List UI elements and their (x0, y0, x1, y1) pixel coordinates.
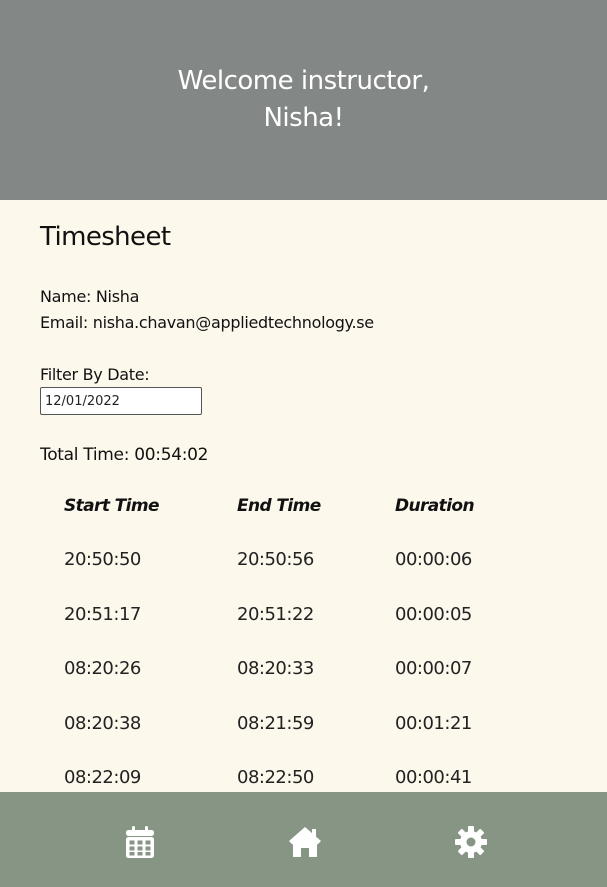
start-time-cell: 08:20:38 (64, 713, 141, 734)
calendar-icon (126, 826, 154, 858)
table-row: 20:50:50 20:50:56 00:00:06 (0, 549, 607, 579)
instructor-name: Name: Nisha (40, 287, 140, 306)
home-nav-button[interactable] (285, 822, 325, 862)
end-time-cell: 20:51:22 (237, 604, 314, 625)
timesheet-section: Timesheet Name: Nisha Email: nisha.chava… (0, 200, 607, 792)
total-time: Total Time: 00:54:02 (40, 445, 209, 465)
start-time-cell: 20:50:50 (64, 549, 141, 570)
duration-cell: 00:01:21 (395, 713, 472, 734)
duration-cell: 00:00:07 (395, 658, 472, 679)
bottom-nav (0, 792, 607, 887)
filter-date-label: Filter By Date: (40, 365, 150, 384)
table-row: 08:22:09 08:22:50 00:00:41 (0, 767, 607, 792)
table-row: 20:51:17 20:51:22 00:00:05 (0, 604, 607, 634)
column-header-start-time: Start Time (64, 496, 160, 516)
end-time-cell: 08:20:33 (237, 658, 314, 679)
page-title: Timesheet (40, 222, 171, 252)
settings-nav-button[interactable] (451, 822, 491, 862)
column-header-duration: Duration (395, 496, 475, 516)
table-row: 08:20:38 08:21:59 00:01:21 (0, 713, 607, 743)
gear-icon (455, 826, 487, 858)
duration-cell: 00:00:06 (395, 549, 472, 570)
welcome-header: Welcome instructor, Nisha! (0, 0, 607, 200)
start-time-cell: 08:20:26 (64, 658, 141, 679)
home-icon (289, 827, 321, 857)
duration-cell: 00:00:05 (395, 604, 472, 625)
filter-date-input[interactable] (40, 387, 202, 415)
welcome-line-1: Welcome instructor, (177, 66, 430, 96)
calendar-nav-button[interactable] (120, 822, 160, 862)
end-time-cell: 08:21:59 (237, 713, 314, 734)
column-header-end-time: End Time (237, 496, 321, 516)
table-row: 08:20:26 08:20:33 00:00:07 (0, 658, 607, 688)
duration-cell: 00:00:41 (395, 767, 472, 788)
start-time-cell: 08:22:09 (64, 767, 141, 788)
start-time-cell: 20:51:17 (64, 604, 141, 625)
instructor-email: Email: nisha.chavan@appliedtechnology.se (40, 313, 374, 332)
welcome-line-2: Nisha! (263, 103, 344, 133)
end-time-cell: 08:22:50 (237, 767, 314, 788)
end-time-cell: 20:50:56 (237, 549, 314, 570)
